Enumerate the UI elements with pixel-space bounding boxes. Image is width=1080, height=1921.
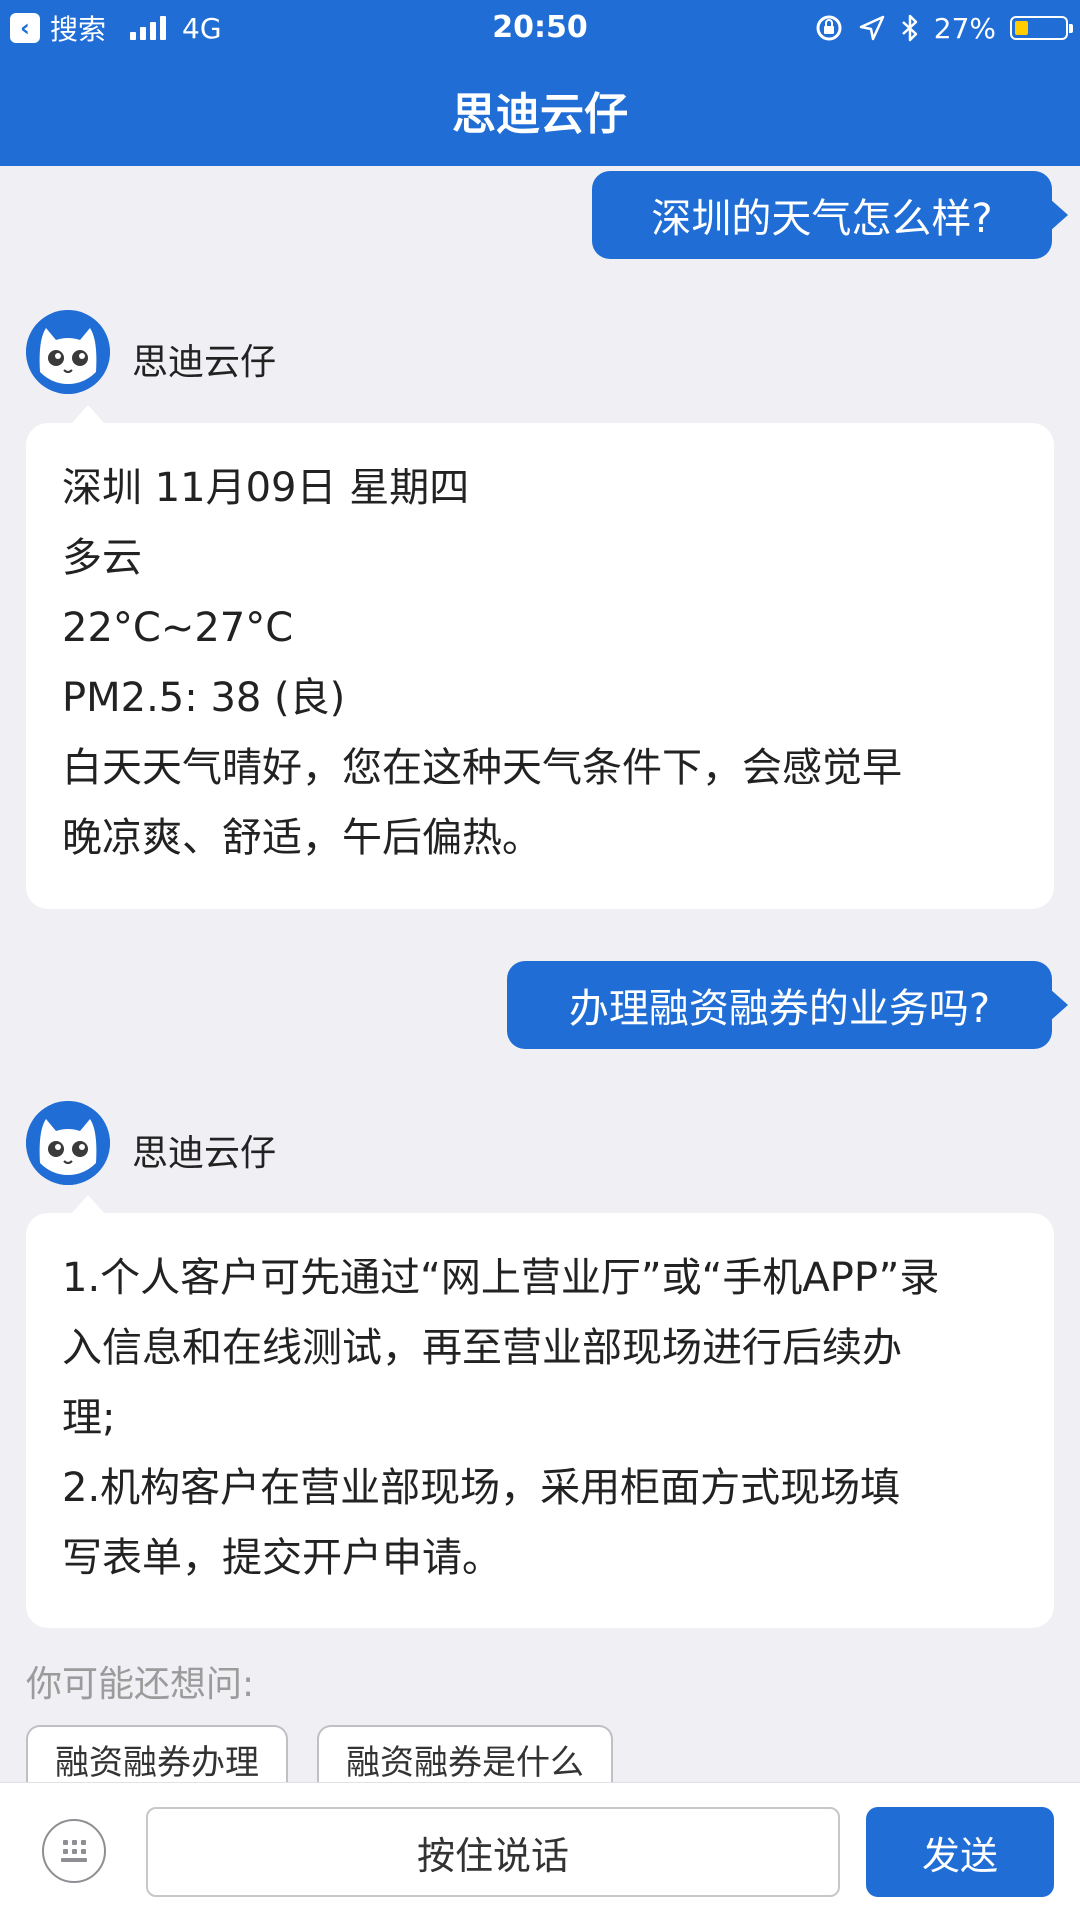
- battery-icon: [1010, 16, 1073, 40]
- orientation-lock-icon: [816, 15, 842, 41]
- nav-bar: 思迪云仔: [0, 54, 1080, 166]
- user-message-text: 办理融资融券的业务吗?: [568, 986, 991, 1032]
- bot-message-line: 多云: [62, 535, 142, 581]
- battery-percent: 27%: [933, 11, 996, 45]
- battery-fill: [1015, 21, 1028, 35]
- bot-message-line: 写表单，提交开户申请。: [62, 1535, 502, 1581]
- user-message-bubble: 深圳的天气怎么样?: [592, 171, 1068, 259]
- suggestions-label: 你可能还想问:: [26, 1664, 255, 1705]
- bot-message-line: PM2.5: 38 (良): [62, 675, 346, 721]
- cat-avatar-icon: [26, 310, 110, 394]
- location-icon: [859, 15, 885, 41]
- bot-message-bubble: 深圳 11月09日 星期四 多云 22°C~27°C PM2.5: 38 (良)…: [26, 405, 1054, 909]
- status-right: 27%: [814, 8, 1073, 48]
- cat-avatar-icon: [26, 1101, 110, 1185]
- bot-message-line: 深圳 11月09日 星期四: [62, 465, 470, 511]
- bot-message-line: 白天天气晴好，您在这种天气条件下，会感觉早: [62, 745, 902, 791]
- bluetooth-icon: [901, 14, 918, 42]
- bot-name: 思迪云仔: [132, 1133, 277, 1174]
- hold-to-talk-button[interactable]: 按住说话: [146, 1807, 840, 1897]
- page-title: 思迪云仔: [452, 89, 628, 140]
- bot-message-line: 22°C~27°C: [62, 605, 294, 651]
- bot-message-line: 2.机构客户在营业部现场，采用柜面方式现场填: [62, 1465, 901, 1511]
- bot-message-bubble: 1.个人客户可先通过“网上营业厅”或“手机APP”录 入信息和在线测试，再至营业…: [26, 1195, 1054, 1628]
- status-bar: ‹ 搜索 4G 20:50 27%: [0, 0, 1080, 54]
- bot-name: 思迪云仔: [132, 342, 277, 383]
- bot-avatar: [26, 1101, 110, 1185]
- bot-message-line: 入信息和在线测试，再至营业部现场进行后续办: [62, 1325, 902, 1371]
- bot-message-line: 理;: [62, 1395, 116, 1441]
- bot-avatar: [26, 310, 110, 394]
- user-message-bubble: 办理融资融券的业务吗?: [507, 961, 1068, 1049]
- bot-message-line: 晚凉爽、舒适，午后偏热。: [62, 815, 542, 861]
- send-button[interactable]: 发送: [866, 1807, 1054, 1897]
- user-message-text: 深圳的天气怎么样?: [651, 196, 993, 242]
- input-bar: 按住说话 发送: [0, 1782, 1080, 1921]
- keyboard-icon[interactable]: [42, 1819, 106, 1883]
- bot-message-line: 1.个人客户可先通过“网上营业厅”或“手机APP”录: [62, 1255, 940, 1301]
